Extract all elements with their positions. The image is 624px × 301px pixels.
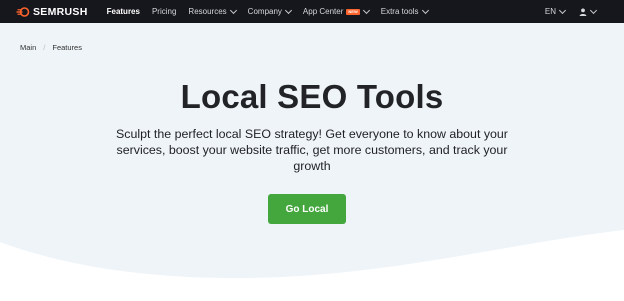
chevron-down-icon (589, 6, 598, 14)
nav-item-pricing[interactable]: Pricing (152, 0, 176, 23)
chevron-down-icon (229, 6, 237, 14)
semrush-logo[interactable]: SEMRUSH (16, 0, 88, 23)
language-selector[interactable]: EN (544, 6, 567, 16)
semrush-flame-icon (16, 6, 30, 17)
breadcrumb-item-features[interactable]: Features (52, 43, 82, 52)
nav-item-label: Company (247, 7, 282, 16)
user-icon (579, 8, 587, 16)
user-menu[interactable] (579, 6, 598, 16)
brand-name: SEMRUSH (33, 5, 88, 18)
breadcrumb: Main / Features (20, 43, 82, 52)
nav-item-label: Resources (188, 7, 227, 16)
page: SEMRUSH Features Pricing Resources Compa… (0, 0, 624, 301)
nav-item-extra-tools[interactable]: Extra tools (380, 0, 429, 23)
go-local-button[interactable]: Go Local (268, 194, 346, 224)
page-title: Local SEO Tools (180, 78, 444, 115)
background-wave (0, 230, 624, 301)
chevron-down-icon (421, 6, 429, 14)
nav-item-label: Pricing (151, 7, 177, 16)
nav-item-resources[interactable]: Resources (188, 0, 237, 23)
chevron-down-icon (362, 6, 370, 14)
nav-right: EN (544, 0, 598, 23)
nav-item-label: Features (106, 7, 140, 16)
nav-item-features[interactable]: Features (107, 0, 140, 23)
main-menu: Features Pricing Resources Company App C… (107, 0, 440, 23)
nav-item-app-center[interactable]: App Center new (302, 0, 370, 23)
nav-item-company[interactable]: Company (247, 0, 292, 23)
breadcrumb-item-main[interactable]: Main (20, 43, 36, 52)
nav-item-label: App Center (302, 7, 344, 16)
top-nav: SEMRUSH Features Pricing Resources Compa… (0, 0, 624, 23)
language-label: EN (544, 7, 556, 16)
breadcrumb-separator: / (43, 43, 46, 52)
nav-item-label: Extra tools (380, 7, 419, 16)
chevron-down-icon (558, 6, 567, 14)
new-badge: new (346, 8, 360, 15)
chevron-down-icon (284, 6, 292, 14)
page-subtitle: Sculpt the perfect local SEO strategy! G… (116, 127, 508, 173)
